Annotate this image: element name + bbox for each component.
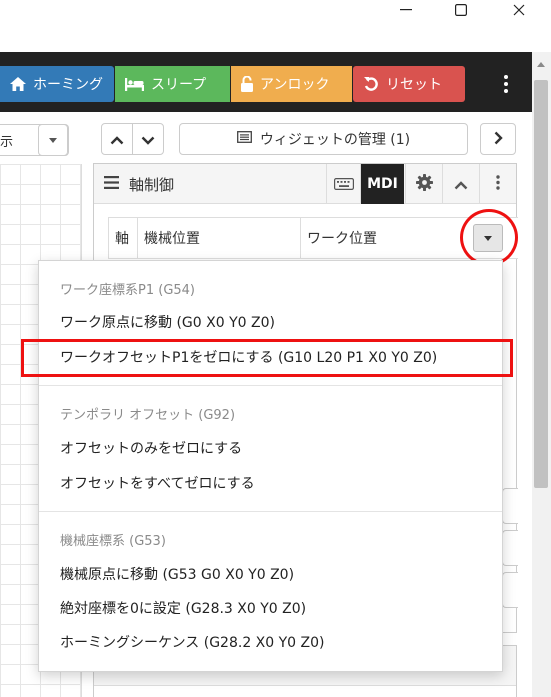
window-titlebar: [0, 0, 551, 52]
homing-button[interactable]: ホーミング: [0, 66, 114, 102]
ellipsis-vertical-icon: [496, 174, 500, 194]
highlight-circle: [460, 209, 518, 266]
hidden-control[interactable]: [502, 572, 518, 608]
gear-icon: [415, 173, 433, 195]
collapse-all-button[interactable]: [101, 123, 133, 155]
menu-item-go-to-work-zero[interactable]: ワーク原点に移動 (G0 X0 Y0 Z0): [60, 305, 275, 339]
widget-manager-button[interactable]: ウィジェットの管理 (1): [179, 123, 468, 155]
view-select[interactable]: 表示: [0, 124, 69, 156]
menu-divider: [39, 511, 502, 512]
highlight-box: [21, 339, 513, 377]
mdi-label: MDI: [367, 176, 398, 192]
scrollbar-thumb[interactable]: [534, 80, 548, 488]
reset-label: リセット: [386, 77, 442, 93]
keyboard-icon: [333, 175, 354, 194]
unlock-icon: [241, 76, 253, 92]
bars-icon[interactable]: [104, 175, 119, 193]
widget-more-button[interactable]: [479, 164, 516, 204]
menu-item-go-to-machine-zero[interactable]: 機械原点に移動 (G53 G0 X0 Y0 Z0): [60, 557, 294, 591]
homing-label: ホーミング: [33, 77, 103, 93]
menu-header-machine-coordinate: 機械座標系 (G53): [60, 533, 166, 549]
settings-button[interactable]: [405, 164, 442, 204]
menu-header-work-coordinate: ワーク座標系P1 (G54): [60, 282, 196, 298]
minimize-icon[interactable]: [383, 0, 429, 20]
close-icon[interactable]: [496, 0, 542, 20]
column-axis: 軸: [109, 217, 138, 259]
chevron-up-icon: [110, 130, 124, 149]
more-menu-icon[interactable]: [496, 66, 516, 102]
chevron-right-icon: [494, 130, 503, 149]
list-alt-icon: [236, 131, 252, 147]
menu-divider: [39, 385, 502, 386]
menu-item-zero-offset-only[interactable]: オフセットのみをゼロにする: [60, 431, 242, 465]
hidden-control[interactable]: [502, 530, 518, 566]
undo-icon: [363, 76, 379, 92]
bed-icon: [125, 77, 144, 91]
column-work-position: ワーク位置: [307, 231, 377, 247]
home-icon: [10, 77, 26, 91]
menu-item-zero-all-offsets[interactable]: オフセットをすべてゼロにする: [60, 466, 255, 500]
vertical-scrollbar[interactable]: [532, 52, 551, 697]
next-button[interactable]: [480, 123, 516, 155]
hidden-control[interactable]: [502, 488, 518, 524]
sleep-button[interactable]: スリープ: [115, 66, 230, 102]
scroll-up-icon[interactable]: [537, 62, 545, 67]
widget-manager-label: ウィジェットの管理 (1): [259, 132, 411, 148]
keypad-button[interactable]: [326, 164, 360, 204]
unlock-label: アンロック: [260, 77, 330, 93]
chevron-down-icon: [141, 130, 155, 149]
menu-item-homing-sequence[interactable]: ホーミングシーケンス (G28.2 X0 Y0 Z0): [60, 625, 325, 659]
view-select-text: 表示: [0, 134, 14, 150]
collapse-widget-button[interactable]: [442, 164, 479, 204]
menu-item-set-absolute-zero[interactable]: 絶対座標を0に設定 (G28.3 X0 Y0 Z0): [60, 591, 306, 625]
chevron-up-icon: [454, 175, 468, 194]
unlock-button[interactable]: アンロック: [231, 66, 352, 102]
sleep-label: スリープ: [151, 77, 207, 93]
expand-all-button[interactable]: [132, 123, 164, 155]
mdi-button[interactable]: MDI: [360, 164, 404, 204]
axes-table-header: 軸 機械位置 ワーク位置: [108, 217, 518, 259]
menu-header-temporary-offset: テンポラリ オフセット (G92): [60, 407, 236, 423]
column-machine-position: 機械位置: [138, 217, 301, 259]
maximize-icon[interactable]: [438, 0, 484, 20]
reset-button[interactable]: リセット: [353, 66, 465, 102]
axes-widget-title-text: 軸制御: [129, 175, 175, 194]
axes-widget-title: 軸制御: [104, 164, 174, 204]
chevron-down-icon[interactable]: [38, 124, 68, 156]
